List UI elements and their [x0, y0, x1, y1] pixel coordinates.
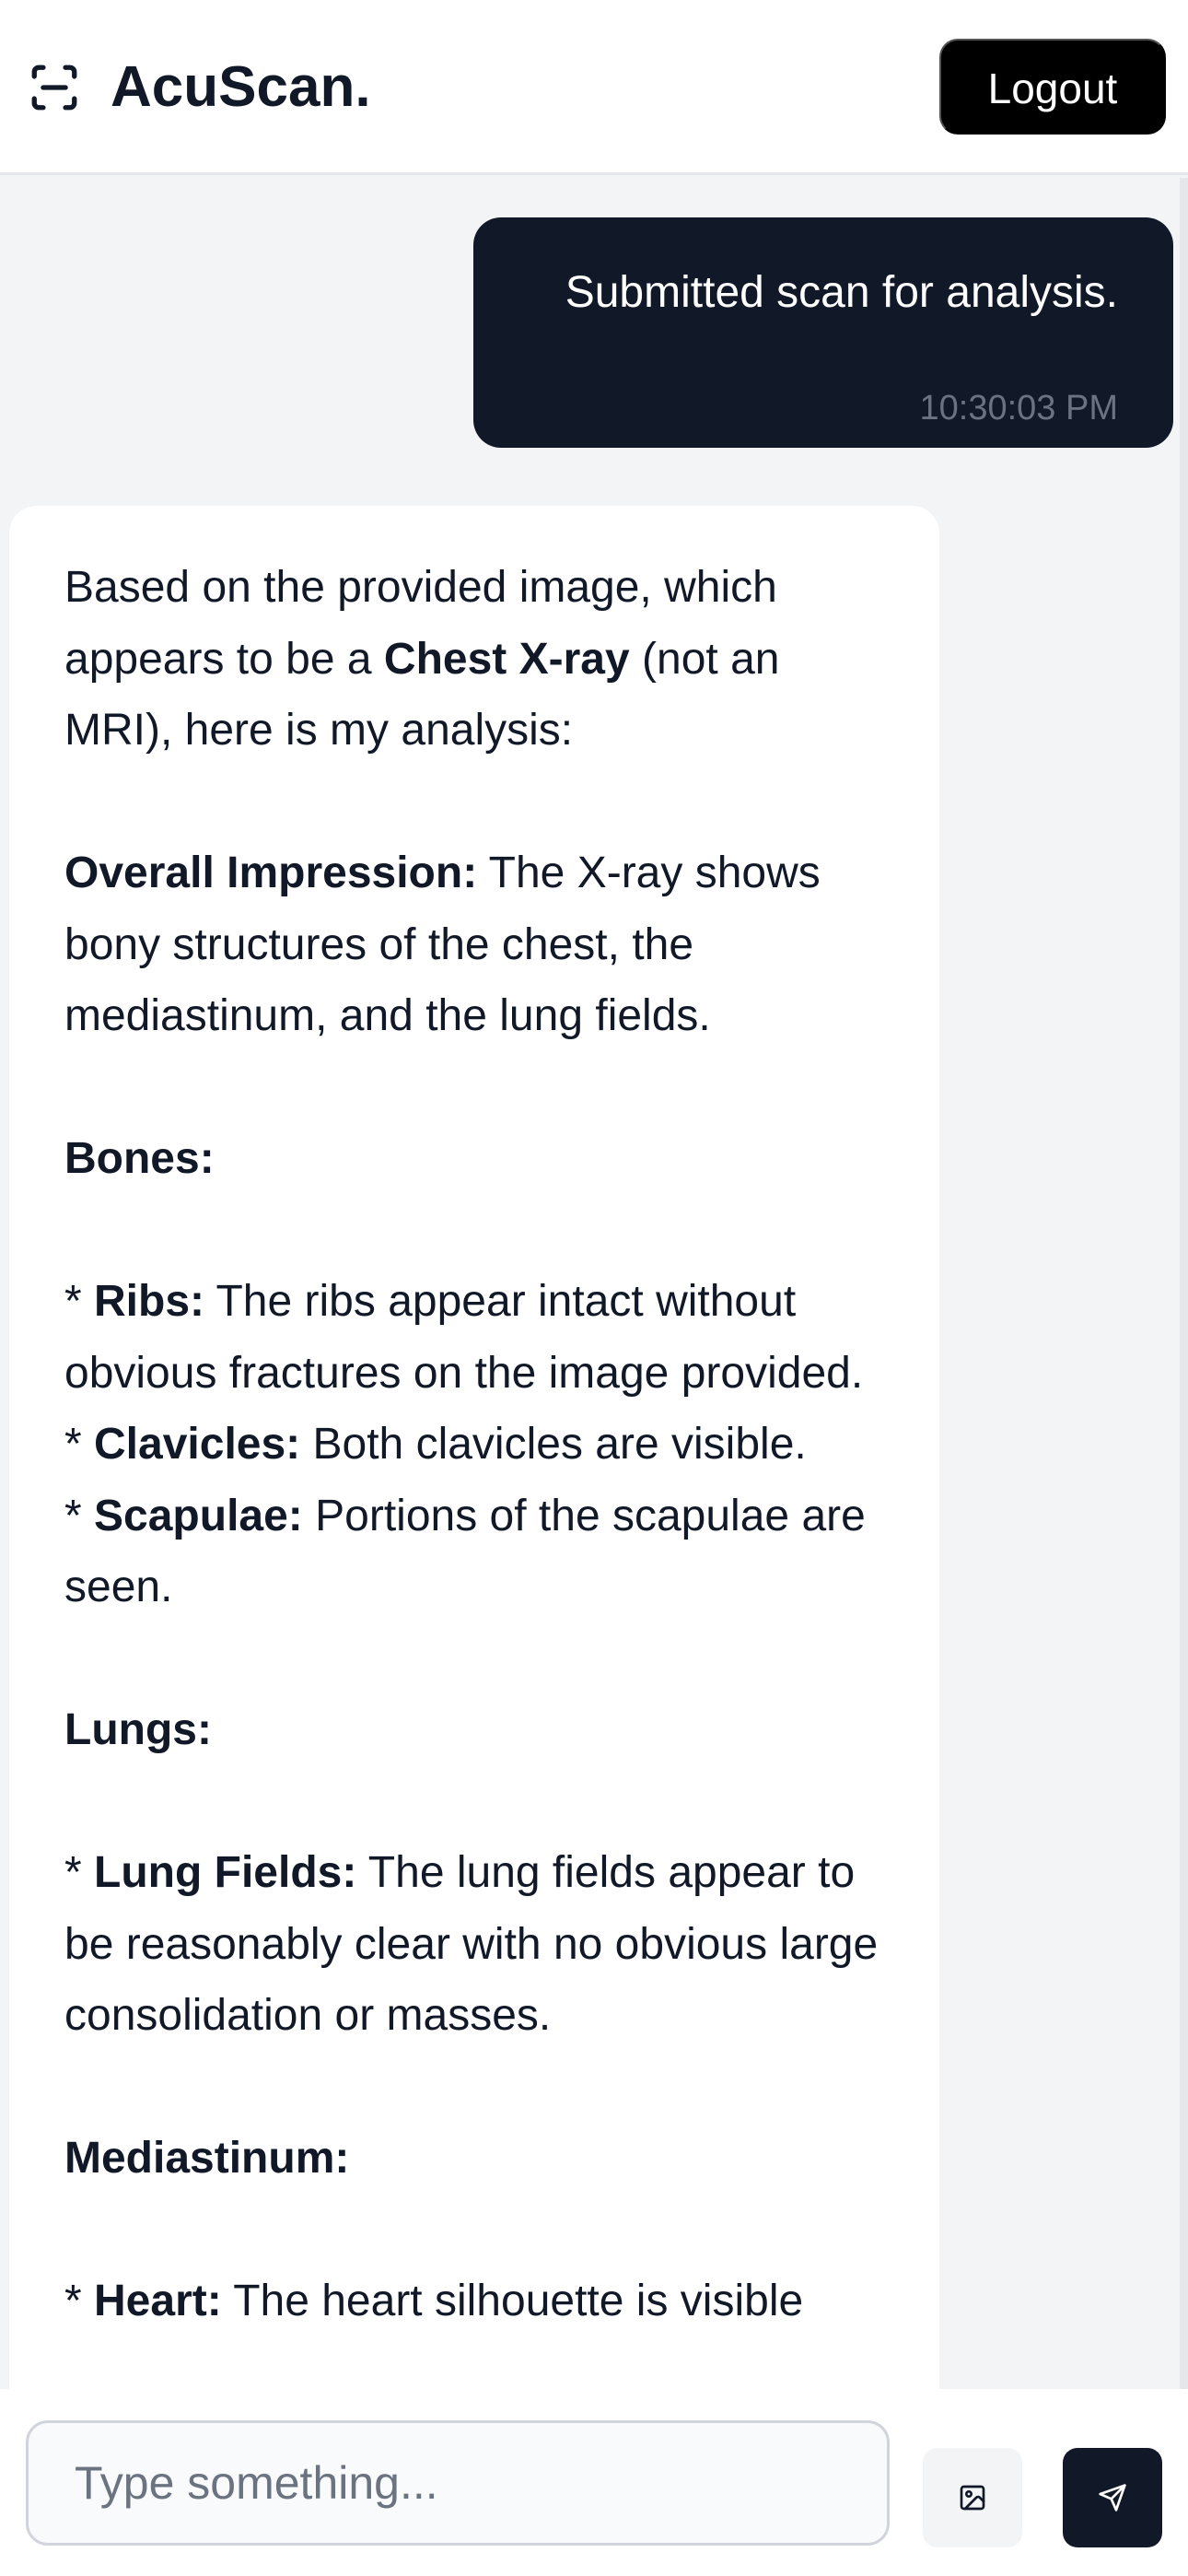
section-heading-mediastinum: Mediastinum: [64, 2134, 350, 2183]
finding-scapulae: * Scapulae: Portions of the scapulae are… [64, 1491, 866, 1612]
send-button[interactable] [1063, 2448, 1162, 2547]
user-message-text: Submitted scan for analysis. [565, 268, 1118, 317]
logout-button[interactable]: Logout [939, 39, 1166, 135]
finding-lung-fields: * Lung Fields: The lung fields appear to… [64, 1848, 879, 2040]
message-composer [0, 2389, 1188, 2576]
message-timestamp: 10:30:03 PM [919, 389, 1118, 427]
user-message: Submitted scan for analysis. 10:30:03 PM [473, 217, 1173, 448]
message-input[interactable] [26, 2420, 890, 2546]
chat-area[interactable]: Submitted scan for analysis. 10:30:03 PM… [0, 178, 1188, 2389]
scan-icon [31, 64, 77, 111]
finding-ribs: * Ribs: The ribs appear intact without o… [64, 1277, 864, 1398]
finding-clavicles: * Clavicles: Both clavicles are visible. [64, 1420, 807, 1469]
brand-name: AcuScan. [111, 55, 371, 119]
overall-impression: Overall Impression: The X-ray shows bony… [64, 849, 821, 1040]
send-icon [1099, 2484, 1126, 2512]
upload-image-button[interactable] [923, 2448, 1022, 2547]
image-icon [960, 2485, 985, 2511]
finding-heart: * Heart: The heart silhouette is visible [64, 2277, 804, 2325]
scrollbar-track[interactable] [1180, 178, 1188, 2389]
section-heading-lungs: Lungs: [64, 1705, 212, 1754]
analysis-intro: Based on the provided image, which appea… [64, 563, 780, 755]
section-heading-bones: Bones: [64, 1134, 215, 1183]
app-header: AcuScan. Logout [0, 0, 1188, 175]
assistant-message: Based on the provided image, which appea… [9, 506, 939, 2389]
